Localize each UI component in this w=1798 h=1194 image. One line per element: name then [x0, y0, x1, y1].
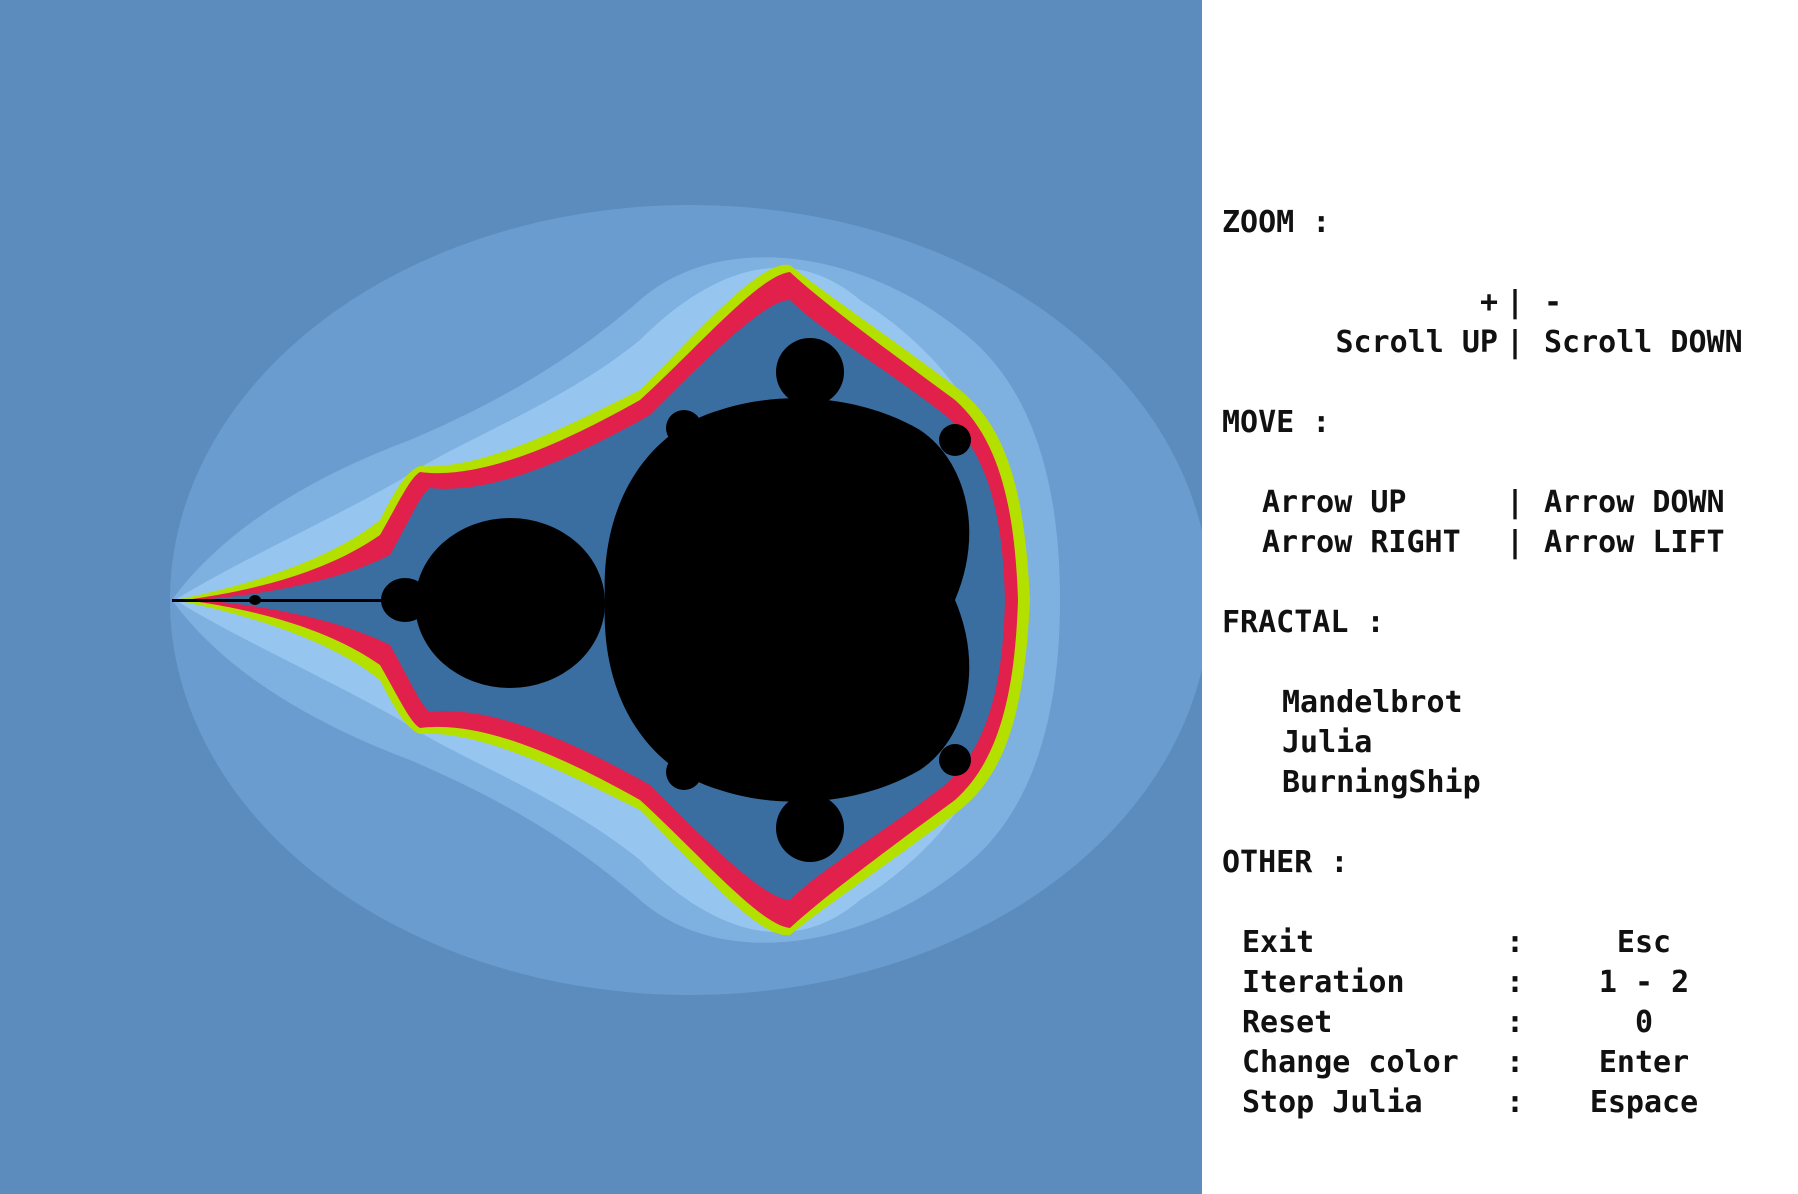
row-colon: :	[1506, 965, 1525, 1000]
small-bulb-lower-right	[939, 744, 971, 776]
zoom-separator: |	[1506, 325, 1525, 360]
move-separator: |	[1506, 485, 1525, 520]
change-color-label: Change color	[1242, 1045, 1459, 1080]
small-bulb-lower-left	[666, 754, 702, 790]
zoom-section-title: ZOOM :	[1222, 205, 1331, 240]
small-bulb-upper-right	[939, 424, 971, 456]
fractal-app-window: ZOOM : + | - Scroll UP | Scroll DOWN MOV…	[0, 0, 1798, 1194]
period2-bulb	[415, 518, 605, 688]
zoom-in-key: +	[1479, 285, 1498, 320]
exit-key: Esc	[1616, 925, 1672, 960]
move-up-key: Arrow UP	[1262, 485, 1407, 520]
row-colon: :	[1506, 1045, 1525, 1080]
fractal-render-canvas[interactable]	[0, 0, 1202, 1194]
move-section-title: MOVE :	[1222, 405, 1331, 440]
row-colon: :	[1506, 1085, 1525, 1120]
period4-bulb	[381, 578, 429, 622]
top-bulb	[776, 338, 844, 406]
zoom-out-scroll: Scroll DOWN	[1544, 325, 1743, 360]
iteration-key: 1 - 2	[1598, 965, 1690, 1000]
fractal-section-title: FRACTAL :	[1222, 605, 1385, 640]
main-cardioid	[604, 398, 970, 802]
move-left-key: Arrow LIFT	[1544, 525, 1725, 560]
row-colon: :	[1506, 925, 1525, 960]
stop-julia-label: Stop Julia	[1242, 1085, 1423, 1120]
mandelbrot-render	[0, 0, 1202, 1194]
iteration-label: Iteration	[1242, 965, 1405, 1000]
bottom-bulb	[776, 794, 844, 862]
move-right-key: Arrow RIGHT	[1262, 525, 1461, 560]
fractal-option-julia: Julia	[1282, 725, 1373, 760]
reset-label: Reset	[1242, 1005, 1333, 1040]
fractal-option-burningship: BurningShip	[1282, 765, 1481, 800]
antenna-filament	[172, 599, 382, 602]
row-colon: :	[1506, 1005, 1525, 1040]
small-bulb-upper-left	[666, 410, 702, 446]
other-section-title: OTHER :	[1222, 845, 1349, 880]
change-color-key: Enter	[1598, 1045, 1690, 1080]
mini-mandelbrot	[249, 595, 261, 605]
move-down-key: Arrow DOWN	[1544, 485, 1725, 520]
move-separator: |	[1506, 525, 1525, 560]
controls-help-panel: ZOOM : + | - Scroll UP | Scroll DOWN MOV…	[1202, 0, 1798, 1194]
fractal-option-mandelbrot: Mandelbrot	[1282, 685, 1463, 720]
exit-label: Exit	[1242, 925, 1315, 960]
zoom-separator: |	[1506, 285, 1525, 320]
reset-key: 0	[1634, 1005, 1654, 1040]
stop-julia-key: Espace	[1589, 1085, 1699, 1120]
zoom-in-scroll: Scroll UP	[1335, 325, 1498, 360]
zoom-out-key: -	[1544, 285, 1563, 320]
